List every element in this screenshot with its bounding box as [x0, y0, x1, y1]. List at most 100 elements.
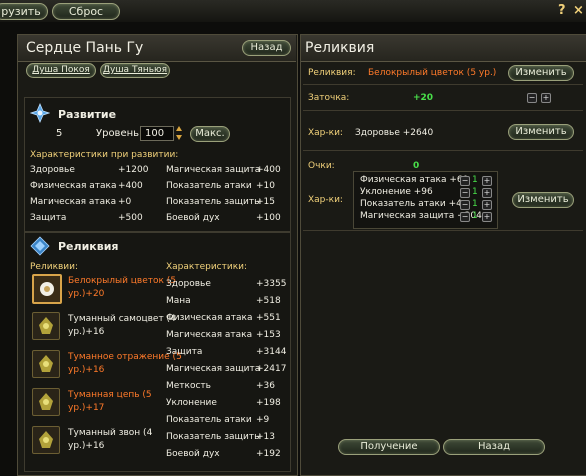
max-level-button[interactable]: Макс.: [190, 126, 230, 142]
relic-item-icon[interactable]: [32, 274, 62, 304]
points-value: 0: [413, 161, 420, 171]
relic-char-name: Магическая атака: [166, 330, 253, 340]
right-panel-title: Реликвия: [305, 40, 375, 56]
relic-item-label: ур.)+17: [68, 403, 105, 413]
relic-char-value: +3144: [256, 347, 287, 357]
receive-button[interactable]: Получение: [338, 439, 440, 455]
change-char1-button[interactable]: Изменить: [508, 124, 574, 140]
development-number: 5: [56, 128, 63, 139]
relic-item-icon[interactable]: [32, 426, 60, 454]
level-label: Уровень:: [96, 128, 143, 139]
char2-row-value: 1: [472, 175, 478, 185]
divider: [303, 230, 583, 231]
relic-char-name: Физическая атака: [166, 313, 253, 323]
char2-row-name: Физическая атака +60: [360, 175, 469, 185]
relic-item-label: Туманный звон (4: [68, 428, 153, 438]
char2-minus-button[interactable]: −: [460, 212, 470, 222]
char2-row-name: Показатель атаки +4: [360, 199, 462, 209]
tab-soul-tianyu[interactable]: Душа Тяньюя: [100, 63, 170, 78]
stat-name: Защита: [30, 213, 67, 223]
relic-section-icon: [30, 236, 50, 256]
relic-item-label: ур.)+16: [68, 365, 105, 375]
relic-char-name: Здоровье: [166, 279, 211, 289]
level-stepper[interactable]: [175, 125, 183, 141]
stat-value: +500: [118, 213, 143, 223]
relic-item-label: Туманная цепь (5: [68, 390, 152, 400]
relic-char-value: +551: [256, 313, 281, 323]
relic-char-name: Магическая защита: [166, 364, 261, 374]
development-stats-title: Характеристики при развитии:: [30, 150, 179, 160]
stat-value: +0: [118, 197, 132, 207]
relic-char-name: Боевой дух: [166, 449, 220, 459]
stat-value: +100: [256, 213, 281, 223]
level-input[interactable]: 100: [140, 126, 174, 141]
relic-char-value: +36: [256, 381, 275, 391]
relic-item-icon[interactable]: [32, 312, 60, 340]
tab-soul-calm[interactable]: Душа Покоя: [26, 63, 96, 78]
panel-title: Сердце Пань Гу: [26, 40, 144, 56]
divider: [303, 150, 583, 151]
relic-char-name: Меткость: [166, 381, 211, 391]
sharpen-minus-button[interactable]: −: [527, 93, 537, 103]
stat-value: +10: [256, 181, 275, 191]
sharpen-plus-button[interactable]: +: [541, 93, 551, 103]
points-label: Очки:: [308, 161, 335, 171]
load-button[interactable]: рузить: [0, 3, 48, 20]
relic-char-value: +518: [256, 296, 281, 306]
back-button[interactable]: Назад: [443, 439, 545, 455]
relic-char-value: +3355: [256, 279, 287, 289]
divider: [303, 84, 583, 85]
char2-label: Хар-ки:: [308, 195, 343, 205]
char2-row-value: 1: [472, 187, 478, 197]
stat-name: Магическая атака: [30, 197, 117, 207]
relic-item-label: ур.)+20: [68, 289, 105, 299]
relic-char-name: Показатель атаки: [166, 415, 252, 425]
relic-char-name: Мана: [166, 296, 191, 306]
relic-item-icon[interactable]: [32, 350, 60, 378]
char1-value: Здоровье +2640: [355, 128, 434, 138]
relic-item-label: Туманное отражение (5: [68, 352, 182, 362]
char2-minus-button[interactable]: −: [460, 188, 470, 198]
relic-char-value: +198: [256, 398, 281, 408]
relic-list-label: Реликвии:: [30, 262, 79, 272]
char2-minus-button[interactable]: −: [460, 200, 470, 210]
sharpen-label: Заточка:: [308, 93, 350, 103]
change-relic-button[interactable]: Изменить: [508, 65, 574, 81]
char2-plus-button[interactable]: +: [482, 176, 492, 186]
close-icon[interactable]: ×: [573, 3, 584, 18]
stat-name: Здоровье: [30, 165, 75, 175]
stat-value: +1200: [118, 165, 149, 175]
stat-value: +400: [256, 165, 281, 175]
char2-plus-button[interactable]: +: [482, 188, 492, 198]
relic-char-value: +153: [256, 330, 281, 340]
relic-item-label: ур.)+16: [68, 441, 105, 451]
relic-item-label: Белокрылый цветок (5: [68, 276, 177, 286]
char2-row-value: 1: [472, 199, 478, 209]
stat-name: Показатель атаки: [166, 181, 252, 191]
char2-minus-button[interactable]: −: [460, 176, 470, 186]
stat-name: Физическая атака: [30, 181, 117, 191]
relic-item-label: Туманный самоцвет (4: [68, 314, 176, 324]
help-icon[interactable]: ?: [558, 3, 566, 18]
development-title: Развитие: [58, 108, 117, 121]
relic-char-value: +9: [256, 415, 270, 425]
reset-button[interactable]: Сброс: [52, 3, 120, 20]
char2-row-value: 1: [472, 211, 478, 221]
char2-row-name: Уклонение +96: [360, 187, 433, 197]
relic-char-value: +2417: [256, 364, 287, 374]
relic-item-icon[interactable]: [32, 388, 60, 416]
relic-section-title: Реликвия: [58, 240, 119, 253]
char1-label: Хар-ки:: [308, 128, 343, 138]
development-icon: [29, 102, 51, 124]
relic-char-name: Показатель защиты: [166, 432, 262, 442]
relic-char-value: +192: [256, 449, 281, 459]
change-char2-button[interactable]: Изменить: [512, 192, 574, 208]
back-button-top[interactable]: Назад: [242, 40, 291, 56]
sharpen-value: +20: [413, 93, 434, 103]
char2-plus-button[interactable]: +: [482, 200, 492, 210]
stat-value: +15: [256, 197, 275, 207]
relic-chars-label: Характеристики:: [166, 262, 248, 272]
stat-name: Боевой дух: [166, 213, 220, 223]
stat-name: Магическая защита: [166, 165, 261, 175]
char2-plus-button[interactable]: +: [482, 212, 492, 222]
